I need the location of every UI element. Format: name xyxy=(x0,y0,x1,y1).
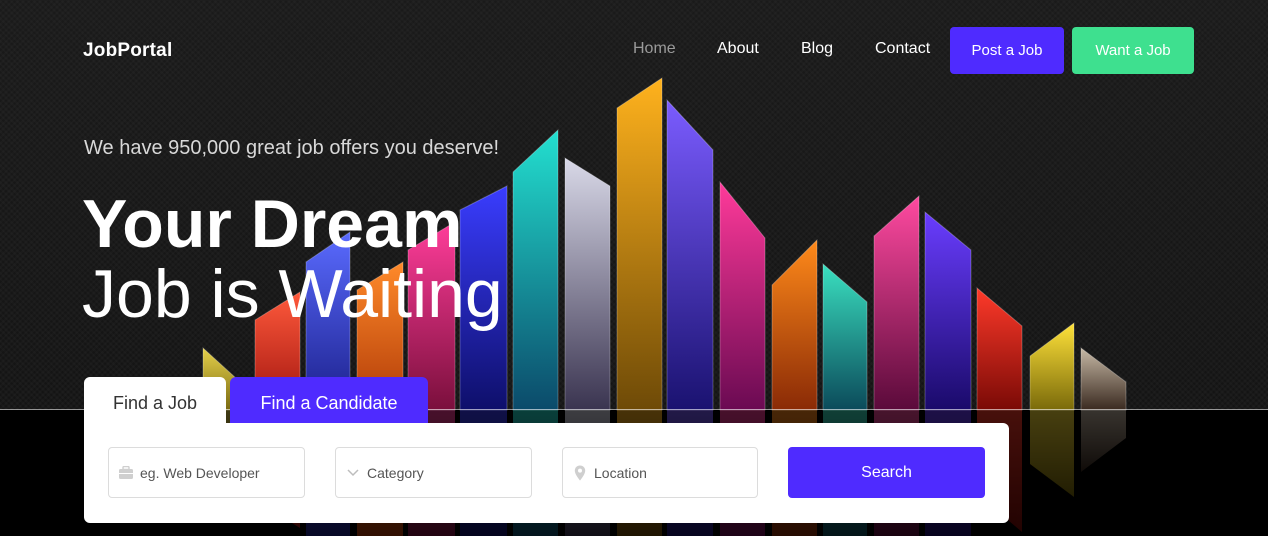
hero-tagline: We have 950,000 great job offers you des… xyxy=(84,137,500,159)
category-select[interactable]: Category xyxy=(335,447,532,498)
keyword-field[interactable]: eg. Web Developer xyxy=(108,447,305,498)
post-job-button[interactable]: Post a Job xyxy=(950,27,1064,74)
nav-home[interactable]: Home xyxy=(633,40,676,58)
tab-find-candidate[interactable]: Find a Candidate xyxy=(230,377,428,429)
briefcase-icon xyxy=(118,465,134,481)
chevron-down-icon xyxy=(345,465,361,481)
location-field[interactable]: Location xyxy=(562,447,758,498)
nav-contact[interactable]: Contact xyxy=(875,40,930,58)
nav-about[interactable]: About xyxy=(717,40,759,58)
want-job-button[interactable]: Want a Job xyxy=(1072,27,1194,74)
keyword-placeholder: eg. Web Developer xyxy=(140,464,260,481)
map-pin-icon xyxy=(572,465,588,481)
location-placeholder: Location xyxy=(594,464,647,481)
category-label: Category xyxy=(367,464,424,481)
nav-blog[interactable]: Blog xyxy=(801,40,833,58)
logo[interactable]: JobPortal xyxy=(83,40,172,62)
hero-title-line1: Your Dream xyxy=(82,186,463,262)
hero-title-line2: Job is Waiting xyxy=(82,256,503,332)
tab-find-job[interactable]: Find a Job xyxy=(84,377,226,429)
search-button[interactable]: Search xyxy=(788,447,985,498)
